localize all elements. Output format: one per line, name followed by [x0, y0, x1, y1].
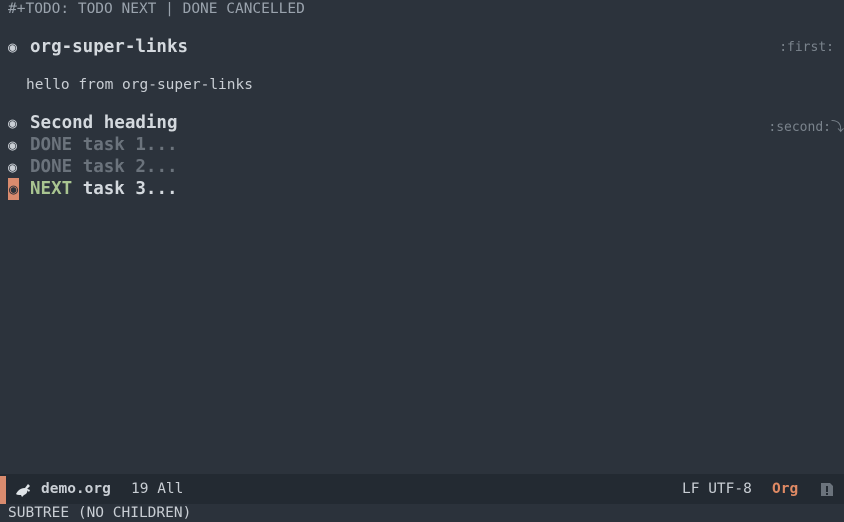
- heading-org-super-links[interactable]: ◉ org-super-links: [8, 36, 188, 58]
- modeline-position: 19 All: [131, 481, 184, 497]
- body-text[interactable]: hello from org-super-links: [26, 76, 253, 94]
- heading-task-2[interactable]: ◉ DONE task 2...: [8, 156, 178, 178]
- mode-line: demo.org 19 All LF UTF-8 Org: [0, 474, 844, 504]
- heading-tag: :first:: [779, 40, 834, 55]
- heading-title: task 1...: [82, 135, 178, 155]
- heading-title: task 2...: [82, 157, 178, 177]
- heading-title: Second heading: [30, 113, 178, 133]
- todo-keyword: DONE: [30, 135, 73, 155]
- heading-tag: :second:⤵: [768, 120, 844, 135]
- heading-bullet-icon: ◉: [8, 158, 18, 176]
- modeline-encoding[interactable]: LF UTF-8: [682, 481, 752, 497]
- cursor-bullet-icon: ◉: [8, 178, 19, 200]
- heading-bullet-icon: ◉: [8, 38, 18, 56]
- heading-title: task 3...: [82, 179, 178, 199]
- modeline-accent-bar: [0, 476, 6, 504]
- emacs-gnu-icon[interactable]: [13, 480, 33, 498]
- modeline-file-name[interactable]: demo.org: [41, 481, 111, 497]
- heading-bullet-icon: ◉: [8, 114, 18, 132]
- todo-keyword: DONE: [30, 157, 73, 177]
- todo-keywords-line[interactable]: #+TODO: TODO NEXT | DONE CANCELLED: [8, 0, 305, 18]
- buffer-saved-icon: [821, 483, 833, 496]
- heading-second[interactable]: ◉ Second heading: [8, 112, 178, 134]
- echo-area-message: SUBTREE (NO CHILDREN): [8, 505, 192, 521]
- modeline-major-mode[interactable]: Org: [772, 481, 798, 497]
- todo-keyword: NEXT: [30, 179, 73, 199]
- heading-title: org-super-links: [30, 37, 189, 57]
- heading-bullet-icon: ◉: [8, 136, 18, 154]
- editor-buffer[interactable]: #+TODO: TODO NEXT | DONE CANCELLED ◉ org-…: [0, 0, 844, 474]
- heading-task-1[interactable]: ◉ DONE task 1...: [8, 134, 178, 156]
- heading-task-3[interactable]: ◉ NEXT task 3...: [8, 178, 178, 200]
